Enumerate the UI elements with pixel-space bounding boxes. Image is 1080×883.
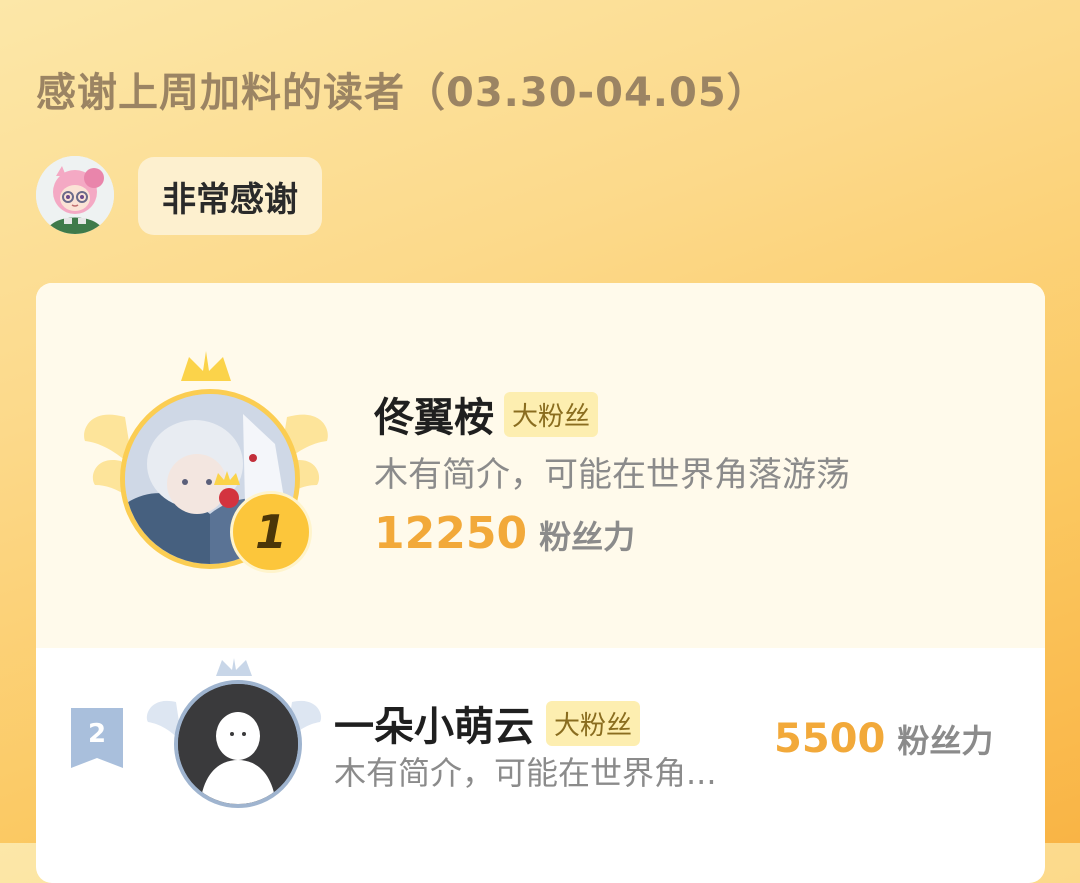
user-intro: 木有简介，可能在世界角... [334,754,717,792]
rank-flag-icon: 2 [71,708,123,768]
page-title: 感谢上周加料的读者（03.30-04.05） [36,70,768,116]
user-name[interactable]: 佟翼桉 [374,385,494,443]
fan-power-unit: 粉丝力 [539,518,636,556]
rank-item-2[interactable]: 2 一朵小萌云 大粉丝 木有简介，可能在世界角... 5500 粉丝力 [36,648,1045,848]
user-name[interactable]: 一朵小萌云 [334,694,534,752]
editor-avatar-icon [36,156,114,234]
crown-icon [214,471,240,485]
rank-number: 2 [88,719,106,749]
fan-power-value: 12250 [374,508,528,559]
default-avatar-icon [178,684,298,804]
fan-level-badge: 大粉丝 [546,700,641,746]
user-avatar[interactable] [174,680,302,808]
user-intro: 木有简介，可能在世界角落游荡 [374,455,850,495]
thanks-bubble: 非常感谢 [138,157,322,235]
fan-level-badge: 大粉丝 [504,391,599,437]
editor-avatar[interactable] [36,156,114,234]
fan-power-value: 5500 [774,716,886,762]
user-name-row: 一朵小萌云 大粉丝 [334,694,641,752]
rank-badge: 1 [230,491,312,573]
fan-power: 12250 粉丝力 [374,508,635,559]
rank-item-1[interactable]: 1 佟翼桉 大粉丝 木有简介，可能在世界角落游荡 12250 粉丝力 [36,283,1045,648]
ranking-card: 1 佟翼桉 大粉丝 木有简介，可能在世界角落游荡 12250 粉丝力 2 一朵小… [36,283,1045,883]
user-name-row: 佟翼桉 大粉丝 [374,385,599,443]
fan-power: 5500 粉丝力 [774,716,993,762]
fan-power-unit: 粉丝力 [897,722,994,760]
